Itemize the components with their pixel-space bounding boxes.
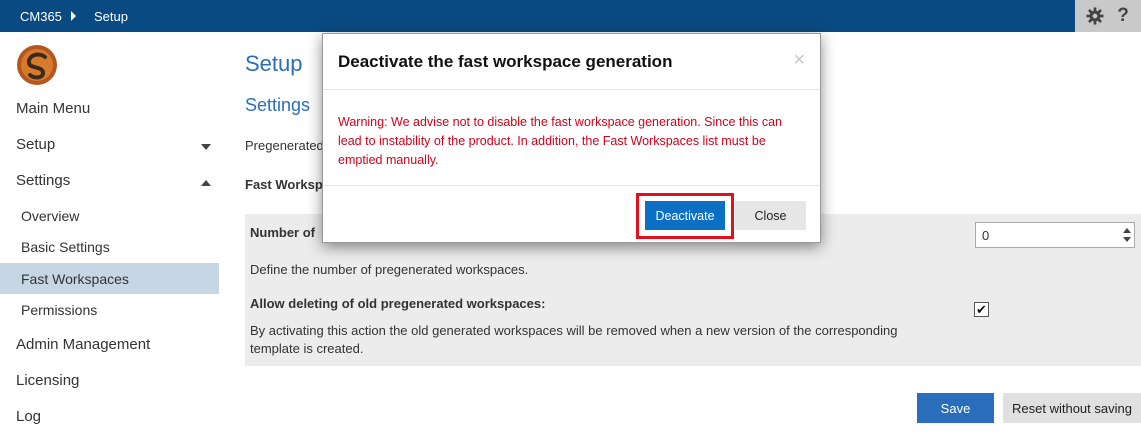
close-icon[interactable]: × bbox=[793, 49, 805, 72]
warning-text: Warning: We advise not to disable the fa… bbox=[338, 113, 808, 170]
deactivate-button[interactable]: Deactivate bbox=[645, 201, 725, 230]
dialog-header-divider bbox=[323, 89, 820, 90]
warning-line-3: emptied manually. bbox=[338, 153, 439, 167]
dialog-title: Deactivate the fast workspace generation bbox=[338, 52, 673, 71]
warning-line-2: lead to instability of the product. In a… bbox=[338, 134, 766, 148]
warning-line-1: Warning: We advise not to disable the fa… bbox=[338, 115, 782, 129]
dialog-footer-divider bbox=[323, 185, 820, 186]
deactivate-dialog: Deactivate the fast workspace generation… bbox=[322, 33, 821, 243]
close-button[interactable]: Close bbox=[735, 201, 806, 230]
